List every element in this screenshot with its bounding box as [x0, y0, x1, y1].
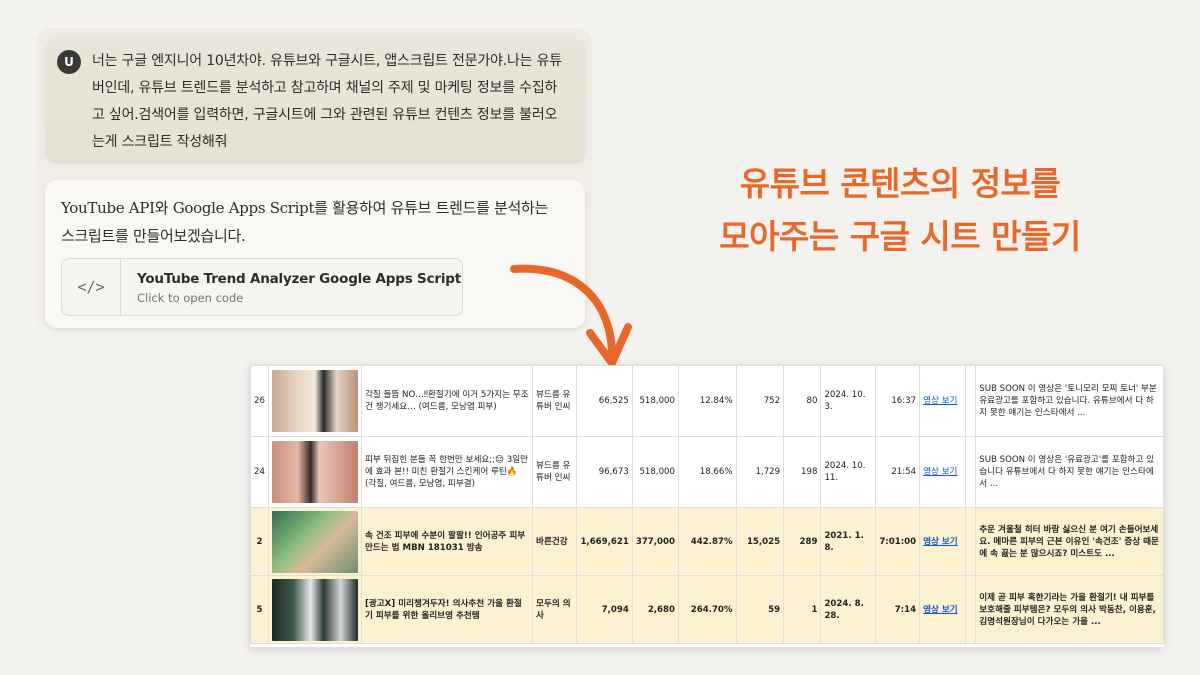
rank-cell: 2 — [250, 507, 269, 576]
date-cell: 2024. 10. 3. — [820, 365, 877, 437]
thumbnail-cell — [267, 575, 362, 644]
duration-cell: 7:01:00 — [875, 507, 921, 576]
date-cell: 2024. 8. 28. — [820, 575, 877, 644]
date-cell: 2024. 10. 11. — [820, 436, 877, 508]
video-title-cell: 각질 들뜸 NO…‼환절기에 이거 5가지는 무조건 챙기세요… (여드름, 모… — [360, 365, 534, 437]
ratio-cell: 442.87% — [678, 507, 737, 576]
description-cell: SUB SOON 이 영상은 '유료광고'를 포함하고 있습니다 유튜브에서 다… — [975, 436, 1164, 508]
rank-cell: 24 — [250, 436, 269, 508]
duration-cell: 21:54 — [875, 436, 921, 508]
headline: 유튜브 콘텐츠의 정보를 모아주는 구글 시트 만들기 — [690, 157, 1110, 263]
assistant-message-text: YouTube API와 Google Apps Script를 활용하여 유튜… — [61, 199, 549, 245]
thumbnail-cell — [267, 507, 362, 576]
subscribers-cell: 518,000 — [631, 365, 680, 437]
artifact-subtitle: Click to open code — [137, 291, 244, 305]
spacer-cell — [965, 365, 977, 437]
table-row: 5 [광고X] 미리챙겨두자! 의사추천 가을 환절기 피부를 위한 올리브영 추… — [250, 575, 1164, 644]
code-icon: </> — [62, 259, 121, 315]
ratio-cell: 264.70% — [678, 575, 737, 644]
ratio-cell: 18.66% — [678, 436, 737, 508]
table-row: 24 피부 뒤집힌 분들 꼭 한번만 보세요;;😔 3일만에 효과 본!! 미친 … — [250, 436, 1164, 508]
video-link[interactable]: 영상 보기 — [919, 365, 967, 437]
results-table: 26 각질 들뜸 NO…‼환절기에 이거 5가지는 무조건 챙기세요… (여드름,… — [250, 365, 1164, 644]
duration-cell: 16:37 — [875, 365, 921, 437]
description-cell: 이제 곧 피부 혹한기라는 가을 환절기! 내 피부를 보호해줄 피부템은? 모… — [975, 575, 1164, 644]
user-avatar: U — [57, 50, 81, 74]
description-cell: 추운 겨울철 히터 바람 싫으신 분 여기 손들어보세요. 메마른 피부의 근본… — [975, 507, 1164, 576]
ratio-cell: 12.84% — [678, 365, 737, 437]
spacer-cell — [965, 507, 977, 576]
subscribers-cell: 377,000 — [631, 507, 680, 576]
views-cell: 7,094 — [576, 575, 633, 644]
video-title-cell: 피부 뒤집힌 분들 꼭 한번만 보세요;;😔 3일만에 효과 본!! 미친 환절… — [360, 436, 534, 508]
headline-line-1: 유튜브 콘텐츠의 정보를 — [739, 164, 1061, 203]
curved-arrow-icon — [510, 264, 632, 367]
likes-cell: 752 — [735, 365, 785, 437]
description-cell: SUB SOON 이 영상은 '토니모리 모찌 토너' 부분 유료광고를 포함하… — [975, 365, 1164, 437]
channel-cell: 뷰드름 유튜버 인씨 — [532, 436, 578, 508]
rank-cell: 26 — [250, 365, 269, 437]
channel-cell: 바른건강 — [532, 507, 578, 576]
channel-cell: 뷰드름 유튜버 인씨 — [532, 365, 578, 437]
comments-cell: 80 — [783, 365, 822, 437]
user-message-bubble: U 너는 구글 엔지니어 10년차야. 유튜브와 구글시트, 앱스크립트 전문가… — [46, 38, 585, 162]
comments-cell: 289 — [783, 507, 822, 576]
likes-cell: 1,729 — [735, 436, 785, 508]
duration-cell: 7:14 — [875, 575, 921, 644]
rank-cell: 5 — [250, 575, 269, 644]
channel-cell: 모두의 의사 — [532, 575, 578, 644]
headline-line-2: 모아주는 구글 시트 만들기 — [719, 217, 1081, 256]
video-title-cell: 속 건조 피부에 수분이 팔팔!! 인어공주 피부 만드는 법 MBN 1810… — [360, 507, 534, 576]
views-cell: 66,525 — [576, 365, 633, 437]
views-cell: 96,673 — [576, 436, 633, 508]
video-thumbnail[interactable] — [271, 441, 358, 503]
date-cell: 2021. 1. 8. — [820, 507, 877, 576]
subscribers-cell: 2,680 — [631, 575, 680, 644]
code-artifact-button[interactable]: </> YouTube Trend Analyzer Google Apps S… — [61, 258, 463, 316]
artifact-title: YouTube Trend Analyzer Google Apps Scrip… — [137, 271, 461, 287]
comments-cell: 198 — [783, 436, 822, 508]
video-link[interactable]: 영상 보기 — [919, 507, 967, 576]
video-thumbnail[interactable] — [271, 370, 358, 432]
spreadsheet: 26 각질 들뜸 NO…‼환절기에 이거 5가지는 무조건 챙기세요… (여드름,… — [250, 365, 1164, 647]
table-row: 2 속 건조 피부에 수분이 팔팔!! 인어공주 피부 만드는 법 MBN 181… — [250, 507, 1164, 576]
spacer-cell — [965, 575, 977, 644]
video-thumbnail[interactable] — [271, 578, 358, 641]
table-row: 26 각질 들뜸 NO…‼환절기에 이거 5가지는 무조건 챙기세요… (여드름,… — [250, 365, 1164, 437]
subscribers-cell: 518,000 — [631, 436, 680, 508]
likes-cell: 59 — [735, 575, 785, 644]
comments-cell: 1 — [783, 575, 822, 644]
video-title-cell: [광고X] 미리챙겨두자! 의사추천 가을 환절기 피부를 위한 올리브영 추천… — [360, 575, 534, 644]
video-link[interactable]: 영상 보기 — [919, 436, 967, 508]
video-thumbnail[interactable] — [271, 510, 358, 573]
spacer-cell — [965, 436, 977, 508]
thumbnail-cell — [267, 365, 362, 437]
user-message-text: 너는 구글 엔지니어 10년차야. 유튜브와 구글시트, 앱스크립트 전문가야.… — [92, 53, 562, 150]
likes-cell: 15,025 — [735, 507, 785, 576]
video-link[interactable]: 영상 보기 — [919, 575, 967, 644]
views-cell: 1,669,621 — [576, 507, 633, 576]
thumbnail-cell — [267, 436, 362, 508]
